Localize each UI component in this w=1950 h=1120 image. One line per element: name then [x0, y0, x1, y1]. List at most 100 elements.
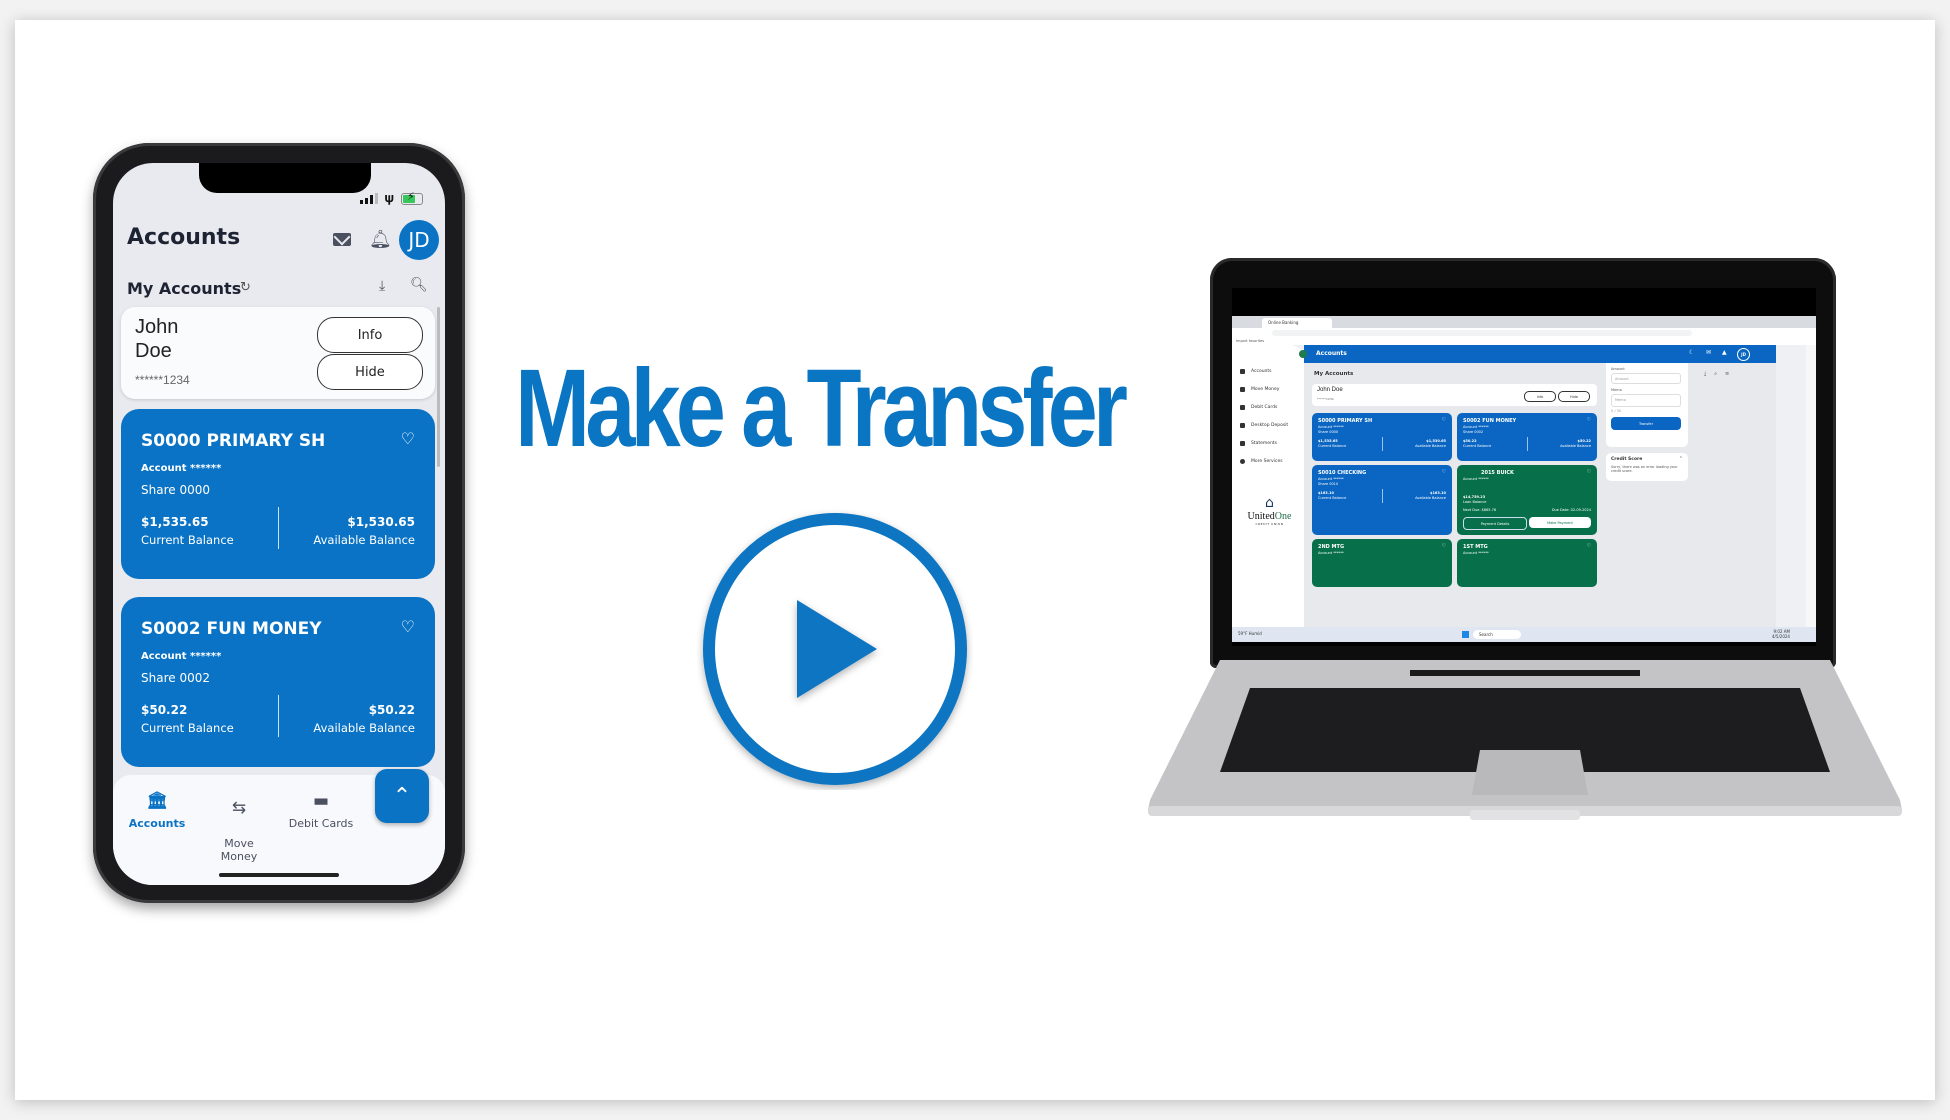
search-icon[interactable]: ⌕ — [1714, 371, 1717, 377]
collapse-sidebar-button[interactable] — [1299, 350, 1307, 358]
scroll-top-button[interactable]: ⌃ — [375, 769, 429, 823]
dark-mode-icon[interactable]: ☾ — [1689, 349, 1694, 356]
credit-card-icon — [1240, 405, 1245, 410]
nav-move-money[interactable]: ⇆ Move Money — [199, 785, 279, 863]
available-balance: $163.10 — [1430, 491, 1446, 495]
sidebar-item-move-money[interactable]: Move Money — [1240, 387, 1279, 392]
favorite-heart-icon[interactable]: ♡ — [1442, 543, 1446, 549]
search-icon[interactable]: 🔍︎ — [410, 277, 428, 293]
current-balance-label: Current Balance — [1318, 496, 1347, 500]
play-button[interactable] — [697, 508, 973, 790]
sidebar-item-debit-cards[interactable]: Debit Cards — [1240, 405, 1277, 410]
mail-icon[interactable] — [333, 233, 351, 246]
check-deposit-icon — [1240, 423, 1245, 428]
logo-subtitle: CREDIT UNION — [1255, 522, 1284, 526]
sidebar-item-accounts[interactable]: Accounts — [1240, 369, 1272, 374]
favorite-heart-icon[interactable]: ♡ — [1442, 417, 1446, 423]
sidebar-label: Accounts — [1251, 369, 1272, 374]
header-title: Accounts — [1316, 350, 1347, 357]
account-number: Account ****** — [1318, 477, 1344, 481]
sidebar-item-statements[interactable]: Statements — [1240, 441, 1277, 446]
page-title: Accounts — [127, 225, 241, 250]
hide-button[interactable]: Hide — [317, 354, 423, 390]
current-balance: $50.22 — [1463, 439, 1477, 443]
current-balance: $1,535.65 — [141, 515, 209, 529]
app-header: Accounts ☾ ✉ ▲ JD — [1299, 345, 1776, 363]
sidebar-label: Desktop Deposit — [1251, 423, 1289, 428]
sidebar-item-more-services[interactable]: More Services — [1240, 459, 1283, 464]
account-name: S0002 FUN MONEY — [141, 619, 322, 639]
nav-label: Debit Cards — [288, 817, 354, 830]
tab-bar: Online Banking — [1232, 316, 1816, 328]
transfer-arrows-icon — [1240, 387, 1245, 392]
avatar[interactable]: JD — [1737, 348, 1750, 361]
download-icon[interactable]: ⤓ — [379, 278, 385, 294]
browser-tab[interactable]: Online Banking — [1262, 318, 1332, 328]
menu-icon[interactable]: ≡ — [1725, 371, 1729, 377]
current-balance-label: Current Balance — [141, 533, 234, 547]
house-logo-icon: ⌂ — [1265, 495, 1274, 511]
phone-mockup: 𝛙 ⚡ Accounts 🔔︎ JD My Accounts ↻ ⤓ 🔍︎ Jo… — [93, 143, 465, 903]
unitedone-logo: ⌂ UnitedOne CREDIT UNION — [1242, 495, 1297, 526]
user-name: John Doe — [1317, 387, 1343, 393]
windows-taskbar: 59°F Humid Search 9:02 AM 4/5/2024 — [1232, 627, 1816, 642]
favorite-heart-icon[interactable]: ♡ — [401, 617, 415, 636]
url-input[interactable] — [1272, 330, 1692, 336]
loan-name: 2015 BUICK — [1481, 470, 1514, 476]
account-name: S0002 FUN MONEY — [1463, 418, 1517, 424]
memo-label: Memo — [1611, 388, 1622, 392]
weather-widget[interactable]: 59°F Humid — [1238, 631, 1262, 636]
available-balance-label: Available Balance — [313, 721, 415, 735]
favorite-heart-icon[interactable]: ♡ — [1587, 417, 1591, 423]
favorite-heart-icon[interactable]: ♡ — [401, 429, 415, 448]
available-balance: $1,530.65 — [347, 515, 415, 529]
transfer-button[interactable]: Transfer — [1611, 417, 1681, 430]
avatar[interactable]: JD — [399, 220, 439, 260]
loan-card[interactable]: 1ST MTG ♡ Account ****** — [1457, 539, 1597, 587]
download-icon[interactable]: ⤓ — [1704, 371, 1706, 377]
refresh-icon[interactable]: ↻ — [240, 280, 251, 295]
favorite-heart-icon[interactable]: ♡ — [1587, 543, 1591, 549]
make-payment-button[interactable]: Make Payment — [1529, 517, 1591, 528]
sidebar-item-desktop-deposit[interactable]: Desktop Deposit — [1240, 423, 1288, 428]
account-number: Account ****** — [1463, 551, 1489, 555]
account-card[interactable]: S0000 PRIMARY SH ♡ Account ****** Share 00… — [1312, 413, 1452, 461]
available-balance-label: Available Balance — [313, 533, 415, 547]
nav-label: Move Money — [220, 837, 258, 863]
account-card[interactable]: S0010 CHECKING ♡ Account ****** Share 0010… — [1312, 465, 1452, 535]
payment-details-button[interactable]: Payment Details — [1463, 517, 1527, 530]
logo-text: United — [1247, 511, 1275, 522]
due-date: Due Date: 02-09-2024 — [1551, 508, 1591, 512]
windows-start-icon[interactable] — [1462, 631, 1469, 638]
divider — [278, 507, 279, 549]
browser-window: Online Banking Import favorites Accounts… — [1232, 316, 1816, 642]
section-title: My Accounts — [127, 279, 242, 298]
mail-icon[interactable]: ✉ — [1706, 349, 1711, 356]
info-button[interactable]: Info — [317, 317, 423, 353]
nav-accounts[interactable]: 🏛︎ Accounts — [117, 791, 197, 830]
chevron-up-icon[interactable]: ⌃ — [1679, 456, 1683, 462]
info-button[interactable]: Info — [1524, 391, 1556, 402]
bell-icon[interactable]: 🔔︎ — [369, 229, 392, 250]
loan-balance-label: Loan Balance — [1463, 500, 1487, 504]
loan-card[interactable]: 2015 BUICK ♡ Account ****** $14,759.23 Lo… — [1457, 465, 1597, 535]
hide-button[interactable]: Hide — [1558, 391, 1590, 402]
bookmarks-bar[interactable]: Import favorites — [1232, 338, 1816, 345]
account-card[interactable]: S0000 PRIMARY SH ♡ Account ****** Share … — [121, 409, 435, 579]
loan-card[interactable]: 2ND MTG ♡ Account ****** — [1312, 539, 1452, 587]
account-number: Account ****** — [1463, 477, 1489, 481]
account-number: Account ****** — [141, 463, 222, 474]
bell-icon[interactable]: ▲ — [1722, 349, 1727, 356]
nav-debit-cards[interactable]: ▬ Debit Cards — [281, 791, 361, 830]
account-card[interactable]: S0002 FUN MONEY ♡ Account ****** Share 000… — [1457, 413, 1597, 461]
credit-score-card: Credit Score ⌃ Sorry, there was an error… — [1606, 453, 1688, 481]
scrollbar[interactable] — [437, 307, 440, 467]
logo-accent: One — [1274, 511, 1292, 522]
favorite-heart-icon[interactable]: ♡ — [1587, 469, 1591, 475]
amount-input[interactable]: Amount — [1611, 373, 1681, 384]
taskbar-search[interactable]: Search — [1473, 630, 1521, 639]
account-card[interactable]: S0002 FUN MONEY ♡ Account ****** Share 0… — [121, 597, 435, 767]
user-card: John Doe ******1234 Info Hide — [121, 307, 435, 399]
memo-input[interactable]: Memo — [1611, 394, 1681, 407]
favorite-heart-icon[interactable]: ♡ — [1442, 469, 1446, 475]
